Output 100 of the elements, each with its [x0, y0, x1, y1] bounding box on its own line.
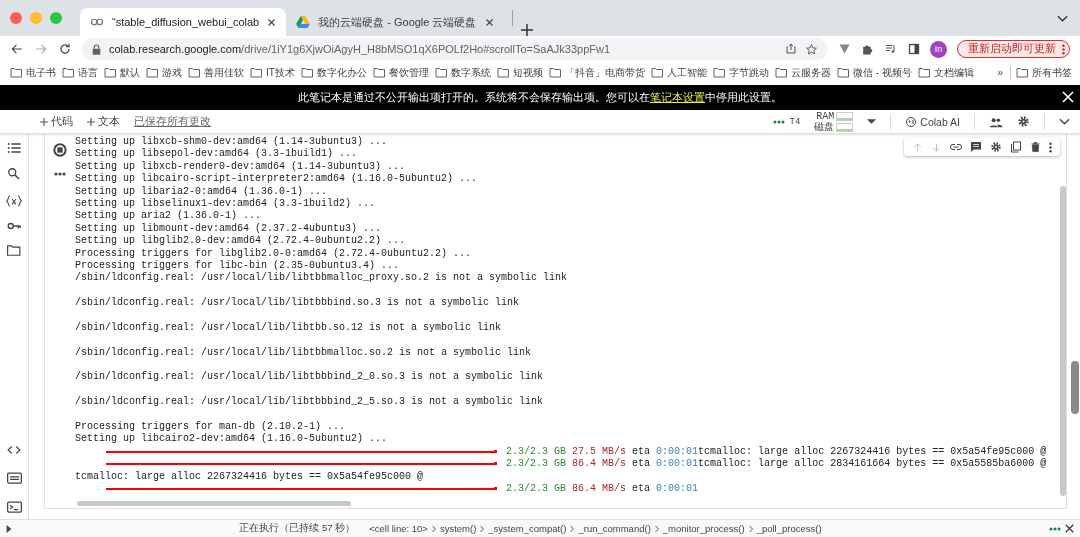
bookmark-folder[interactable]: 文档编辑 — [915, 65, 976, 80]
folder-icon — [1016, 67, 1029, 78]
folder-icon — [62, 67, 75, 78]
output-line: Setting up libcairo2-dev:amd64 (1.16.0-5ubuntu2) ... — [75, 433, 388, 446]
output-line: /sbin/ldconfig.real: /usr/local/lib/libtbbbind_2_5.so.3 is not a symbolic link — [75, 396, 544, 409]
close-icon[interactable] — [484, 17, 494, 27]
notebook-settings-link[interactable]: 笔记本设置 — [650, 91, 705, 103]
plus-icon — [40, 117, 48, 126]
bookmark-folder[interactable]: 字节跳动 — [710, 65, 771, 80]
dropdown-caret-icon[interactable] — [867, 119, 877, 124]
eta-label: eta — [632, 458, 651, 471]
output-line: /sbin/ldconfig.real: /usr/local/lib/libtbbbind.so.3 is not a symbolic link — [75, 297, 520, 310]
new-tab-icon[interactable] — [520, 24, 533, 36]
drive-icon — [296, 16, 311, 28]
trash-icon[interactable] — [1030, 141, 1041, 153]
browser-tab[interactable]: 我的云端硬盘 - Google 云端硬盘 — [286, 8, 504, 36]
key-icon[interactable] — [6, 221, 22, 231]
media-list-icon[interactable] — [884, 43, 898, 55]
ai-icon — [905, 115, 918, 128]
bookmark-folder[interactable]: 善用佳软 — [186, 65, 246, 80]
output-line: Processing triggers for libglib2.0-0:amd64 (2.72.4-0ubuntu2.2) ... — [75, 247, 472, 260]
puzzle-icon[interactable] — [861, 42, 874, 56]
chevron-icon — [479, 524, 486, 533]
bookmark-folder[interactable]: 电子书 — [8, 65, 58, 80]
horizontal-scrollbar[interactable] — [77, 501, 351, 506]
dots-icon[interactable] — [1049, 526, 1061, 531]
colab-icon — [90, 17, 104, 27]
bookmark-folder[interactable]: 餐饮管理 — [370, 65, 431, 80]
link-icon[interactable] — [950, 143, 962, 151]
download-size: 2.3/2.3 GB — [506, 458, 566, 471]
folder-icon — [496, 67, 510, 78]
code-icon[interactable] — [7, 445, 21, 455]
all-bookmarks-folder[interactable]: 所有书签 — [1014, 65, 1074, 80]
lock-icon — [92, 43, 101, 55]
bookmark-folder[interactable]: 语言 — [60, 65, 100, 80]
folder-icon — [146, 67, 159, 78]
people-icon[interactable] — [989, 115, 1003, 128]
bookmark-folder[interactable]: 「抖音」电商带货 — [546, 65, 647, 80]
bookmark-folder[interactable]: 短视频 — [494, 65, 545, 80]
bookmark-folder[interactable]: 人工智能 — [648, 65, 709, 80]
address-bar[interactable]: colab.research.google.com/drive/1iY1g6XjwOiAgyH_H8bMSO1qX6POLf2Ho#scrollTo=SaAJk33ppFw1 — [82, 38, 828, 60]
folder-icon — [836, 67, 850, 78]
bookmark-folder[interactable]: IT技术 — [248, 65, 297, 80]
download-size: 2.3/2.3 GB — [506, 445, 566, 458]
chevron-down-icon[interactable] — [1059, 118, 1070, 125]
chevron-icon — [747, 524, 754, 533]
command-palette-icon[interactable] — [6, 472, 22, 484]
browser-tab[interactable]: “stable_diffusion_webui_colab — [80, 8, 287, 36]
output-line: Setting up libcairo-script-interpreter2:amd64 (1.16.0-5ubuntu2) ... — [75, 173, 478, 186]
more-icon[interactable] — [54, 172, 66, 176]
star-icon[interactable] — [805, 42, 818, 56]
folder-icon — [434, 67, 448, 78]
bookmark-folder[interactable]: 数字化办公 — [298, 65, 369, 80]
runtime-indicator[interactable]: T4 — [773, 116, 801, 127]
close-icon[interactable] — [267, 17, 277, 27]
search-icon[interactable] — [7, 167, 21, 181]
add-code-button[interactable]: 代码 — [40, 114, 73, 129]
colab-ai-button[interactable]: Colab AI — [905, 115, 960, 128]
stack-frame: _run_command() — [578, 523, 651, 534]
side-panel-icon[interactable] — [908, 43, 920, 55]
reload-icon[interactable] — [58, 42, 72, 56]
extension-v-icon[interactable] — [838, 43, 851, 55]
expand-triangle-icon[interactable] — [6, 524, 12, 533]
more-bookmarks-button[interactable]: » — [995, 67, 1005, 78]
variables-icon[interactable] — [6, 194, 22, 208]
comment-icon[interactable] — [970, 141, 982, 153]
bookmark-folder[interactable]: 云服务器 — [772, 65, 833, 80]
output-line: /sbin/ldconfig.real: /usr/local/lib/libtbb.so.12 is not a symbolic link — [75, 321, 502, 335]
table-of-contents-icon[interactable] — [7, 142, 21, 154]
bookmark-folder[interactable]: 默认 — [102, 65, 142, 80]
terminal-icon[interactable] — [6, 501, 22, 513]
stop-cell-icon[interactable] — [52, 142, 68, 158]
folder-icon — [774, 67, 788, 78]
close-icon[interactable] — [1065, 524, 1074, 533]
output-line: tcmalloc: large alloc 2267324416 bytes == 0x5a54fe95c000 @ — [698, 445, 1047, 458]
kebab-icon[interactable] — [1049, 141, 1052, 153]
bookmark-folder[interactable]: 微信 - 视频号 — [834, 65, 914, 80]
settings-icon[interactable] — [1017, 115, 1030, 128]
eta-time: 0:00:01 — [656, 445, 699, 458]
chevron-down-icon[interactable] — [1057, 14, 1068, 22]
output-line: /sbin/ldconfig.real: /usr/local/lib/libtbbbind_2_0.so.3 is not a symbolic link — [75, 371, 544, 384]
dots-icon — [773, 119, 786, 124]
profile-avatar[interactable]: In — [930, 40, 947, 58]
eta-label: eta — [632, 482, 651, 496]
folder-icon[interactable] — [7, 244, 21, 256]
page-scrollbar[interactable] — [1071, 361, 1079, 414]
settings-icon[interactable] — [990, 141, 1002, 153]
output-line: Processing triggers for libc-bin (2.35-0ubuntu3.4) ... — [75, 259, 400, 272]
update-button[interactable]: 重新启动即可更新 — [957, 40, 1070, 58]
bookmark-folder[interactable]: 游戏 — [144, 65, 184, 80]
save-status-link[interactable]: 已保存所有更改 — [134, 114, 211, 129]
add-text-button[interactable]: 文本 — [87, 114, 120, 129]
folder-icon — [104, 67, 117, 78]
back-icon[interactable] — [10, 42, 24, 56]
vertical-scrollbar[interactable] — [1060, 186, 1066, 496]
folder-icon — [650, 67, 664, 78]
mirror-cell-icon[interactable] — [1010, 141, 1022, 153]
share-icon[interactable] — [785, 43, 797, 55]
chevron-icon — [430, 524, 437, 533]
bookmark-folder[interactable]: 数字系统 — [432, 65, 493, 80]
